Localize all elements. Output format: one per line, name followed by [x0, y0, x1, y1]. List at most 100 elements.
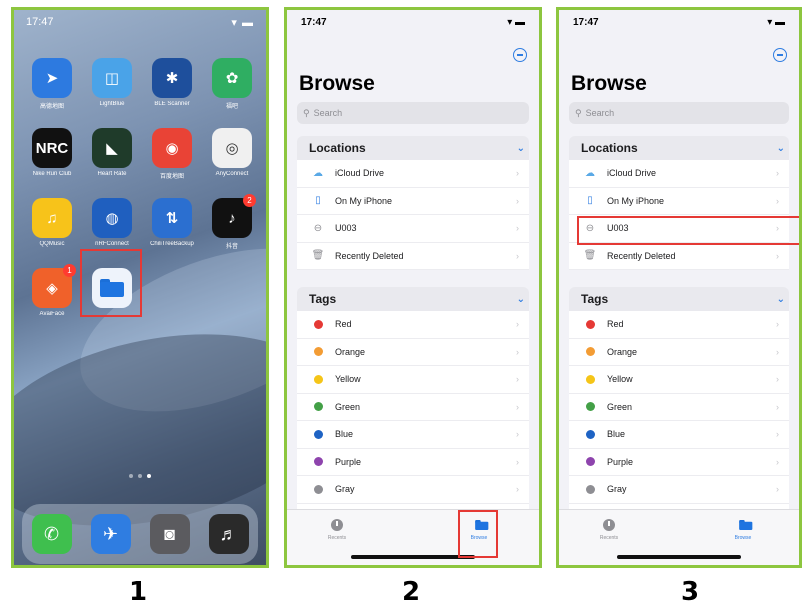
- tag-label: Yellow: [607, 374, 633, 385]
- tag-row[interactable]: Green ›: [297, 394, 529, 421]
- location-row[interactable]: 🗑 Recently Deleted ›: [569, 243, 789, 270]
- locations-header[interactable]: Locations ⌄: [297, 136, 529, 160]
- more-options-button[interactable]: [773, 48, 787, 62]
- status-time: 17:47: [301, 17, 327, 28]
- app-icon[interactable]: ⇅ ChiliTreeBackup: [148, 198, 196, 250]
- chevron-right-icon: ›: [516, 374, 519, 385]
- app-glyph-icon: ◎: [212, 128, 252, 168]
- tag-row[interactable]: Yellow ›: [297, 366, 529, 394]
- tag-color-icon: [309, 484, 327, 494]
- folder-icon: [739, 520, 753, 530]
- tag-label: Red: [607, 319, 624, 330]
- app-icon[interactable]: ◣ Heart Rate: [88, 128, 136, 180]
- location-row[interactable]: ▯ On My iPhone ›: [297, 188, 529, 215]
- chevron-right-icon: ›: [516, 223, 519, 234]
- app-label: 抖音: [225, 244, 238, 250]
- tag-row[interactable]: Blue ›: [569, 421, 789, 449]
- more-options-button[interactable]: [513, 48, 527, 62]
- chevron-right-icon: ›: [516, 250, 519, 261]
- tag-row[interactable]: Blue ›: [297, 421, 529, 449]
- tag-row[interactable]: Gray ›: [569, 476, 789, 504]
- app-icon[interactable]: ◈ AvaiFace 1: [28, 264, 76, 317]
- app-icon[interactable]: ➤ 高德地图: [28, 58, 76, 110]
- page-dot: [129, 474, 133, 478]
- search-icon: ⚲: [303, 107, 310, 118]
- tab-recents-label: Recents: [327, 535, 347, 541]
- app-icon[interactable]: NRC Nike Run Club: [28, 128, 76, 180]
- app-icon[interactable]: ✱ BLE Scanner: [148, 58, 196, 110]
- location-row[interactable]: 🗑 Recently Deleted ›: [297, 243, 529, 270]
- location-row[interactable]: ⊖ U003 ›: [297, 215, 529, 243]
- app-grid: ➤ 高德地图 ◫ LightBlue ✱ BLE Scanner ✿ 福吧 NRC Nike Ru…: [28, 58, 260, 317]
- chevron-down-icon: ⌄: [776, 142, 785, 154]
- app-label: 福吧: [225, 104, 238, 110]
- tag-row[interactable]: Green ›: [569, 394, 789, 421]
- dock-app-icon[interactable]: ✆: [31, 514, 72, 554]
- status-time: 17:47: [26, 16, 54, 28]
- app-glyph-icon: ➤: [32, 58, 72, 98]
- page-title: Browse: [299, 72, 375, 95]
- app-icon[interactable]: ◫ LightBlue: [88, 58, 136, 110]
- tag-label: Orange: [335, 346, 366, 357]
- tag-row[interactable]: Orange ›: [569, 339, 789, 366]
- files-browse-panel-3: 17:47 ▾ ▬ Browse ⚲ Search Locations ⌄ ☁ i…: [556, 7, 802, 568]
- app-icon[interactable]: ✿ 福吧: [208, 58, 256, 110]
- status-bar: 17:47 ▾ ▬: [573, 17, 785, 28]
- tags-header[interactable]: Tags ⌄: [297, 287, 529, 311]
- locations-header[interactable]: Locations ⌄: [569, 136, 789, 160]
- app-icon[interactable]: ◎ AnyConnect: [208, 128, 256, 180]
- locations-list: ☁ iCloud Drive › ▯ On My iPhone › ⊖ U003 › 🗑 Recen…: [297, 160, 529, 270]
- tag-row[interactable]: Purple ›: [297, 449, 529, 476]
- location-label: On My iPhone: [607, 195, 665, 206]
- tag-row[interactable]: Gray ›: [297, 476, 529, 504]
- tab-recents[interactable]: Recents: [317, 518, 357, 541]
- app-icon[interactable]: ◉ 百度地图: [148, 128, 196, 180]
- tags-header[interactable]: Tags ⌄: [569, 287, 789, 311]
- location-label: iCloud Drive: [607, 168, 657, 179]
- app-label: ChiliTreeBackup: [150, 241, 194, 247]
- dock-app-icon[interactable]: ♬: [208, 514, 249, 554]
- location-row[interactable]: ☁ iCloud Drive ›: [569, 160, 789, 188]
- notification-badge: 2: [243, 194, 256, 207]
- status-bar: 17:47 ▾ ▬: [301, 17, 525, 28]
- app-icon[interactable]: ♫ QQMusic: [28, 198, 76, 250]
- app-glyph-icon: ◣: [92, 128, 132, 168]
- home-indicator: [351, 555, 475, 559]
- tag-row[interactable]: Purple ›: [569, 449, 789, 476]
- app-label: 高德地图: [39, 104, 64, 110]
- app-icon[interactable]: ◍ nRFConnect: [88, 198, 136, 250]
- locations-list: ☁ iCloud Drive › ▯ On My iPhone › ⊖ U003 › 🗑 Recen…: [569, 160, 789, 270]
- tags-header-label: Tags: [581, 292, 609, 306]
- files-browse-panel-2: 17:47 ▾ ▬ Browse ⚲ Search Locations ⌄ ☁ i…: [284, 7, 542, 568]
- tag-row[interactable]: Yellow ›: [569, 366, 789, 394]
- chevron-right-icon: ›: [516, 346, 519, 357]
- app-icon[interactable]: ♪ 抖音 2: [208, 194, 256, 250]
- tag-row[interactable]: Red ›: [569, 311, 789, 339]
- app-glyph-icon: ♫: [32, 198, 72, 238]
- tag-color-icon: [309, 319, 327, 329]
- search-input[interactable]: ⚲ Search: [569, 102, 789, 124]
- chevron-right-icon: ›: [776, 319, 779, 330]
- app-glyph-icon: ◉: [152, 128, 192, 168]
- chevron-right-icon: ›: [516, 484, 519, 495]
- search-placeholder: Search: [585, 108, 615, 118]
- tag-label: Green: [607, 401, 633, 412]
- tag-row[interactable]: Orange ›: [297, 339, 529, 366]
- search-input[interactable]: ⚲ Search: [297, 102, 529, 124]
- signal-battery-icon: ▾ ▬: [231, 17, 254, 29]
- tag-label: Gray: [335, 484, 355, 495]
- location-icon: ☁: [313, 167, 323, 179]
- tag-row[interactable]: Red ›: [297, 311, 529, 339]
- signal-battery-icon: ▾ ▬: [767, 17, 785, 28]
- dock-app-icon[interactable]: ◙: [149, 514, 190, 554]
- tag-label: Red: [335, 319, 352, 330]
- dock-app-icon[interactable]: ✈: [90, 514, 131, 554]
- location-row[interactable]: ▯ On My iPhone ›: [569, 188, 789, 215]
- location-row[interactable]: ☁ iCloud Drive ›: [297, 160, 529, 188]
- page-indicator[interactable]: [14, 474, 266, 478]
- tab-recents[interactable]: Recents: [589, 518, 629, 541]
- tag-color-icon: [309, 347, 327, 357]
- tab-browse[interactable]: Browse: [723, 518, 763, 541]
- chevron-right-icon: ›: [776, 484, 779, 495]
- location-icon: 🗑: [311, 250, 325, 262]
